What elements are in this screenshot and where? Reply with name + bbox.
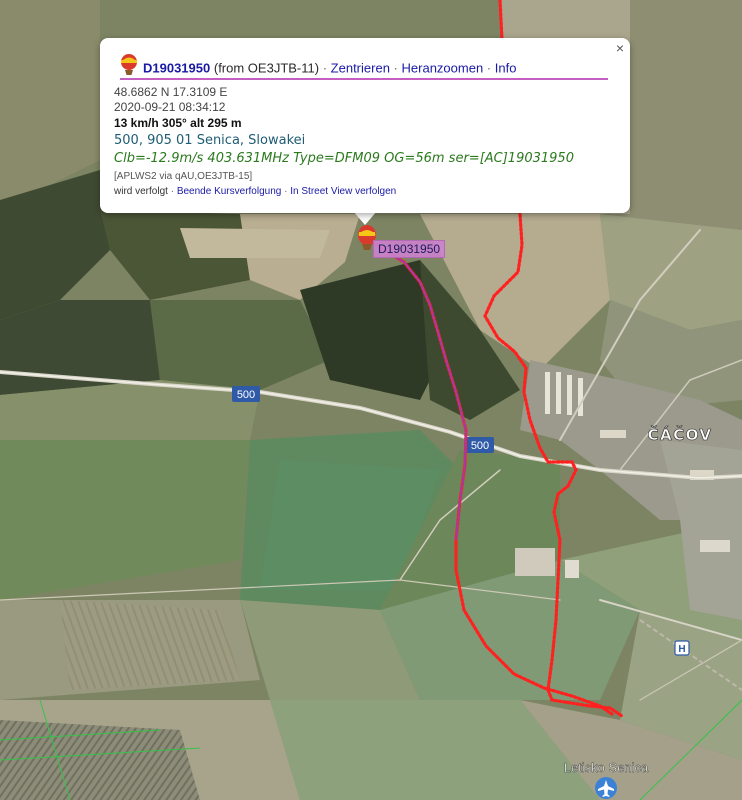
- marker-callsign-label[interactable]: D19031950: [373, 240, 446, 258]
- road-shield-500-west: 500: [232, 386, 260, 402]
- airplane-icon[interactable]: [595, 777, 617, 799]
- telemetry-comment: Clb=-12.9m/s 403.631MHz Type=DFM09 OG=56…: [114, 151, 574, 166]
- street-view-link[interactable]: In Street View verfolgen: [290, 186, 396, 197]
- separator: ·: [393, 60, 398, 76]
- airport-label: Letisko Senica: [564, 760, 649, 775]
- bus-stop-icon[interactable]: H: [674, 640, 690, 656]
- tracking-row: wird verfolgt · Beende Kursverfolgung · …: [114, 186, 396, 197]
- separator: ·: [284, 186, 288, 197]
- svg-text:H: H: [678, 644, 685, 655]
- svg-text:500: 500: [237, 389, 255, 401]
- center-link[interactable]: Zentrieren: [331, 60, 390, 75]
- svg-text:500: 500: [471, 440, 489, 452]
- popup-pointer: [353, 211, 377, 225]
- road-shield-500-east: 500: [466, 437, 494, 453]
- stop-tracking-link[interactable]: Beende Kursverfolgung: [177, 186, 282, 197]
- aprs-path: [APLWS2 via qAU,OE3JTB-15]: [114, 171, 253, 182]
- from-text: (from OE3JTB-11): [213, 60, 320, 76]
- address: 500, 905 01 Senica, Slowakei: [114, 133, 306, 148]
- popup-header: D19031950 (from OE3JTB-11) · Zentrieren …: [120, 54, 608, 80]
- village-label: ČÁČOV: [647, 425, 712, 444]
- info-popup: × D19031950 (from OE3JTB-11) · Zentriere…: [100, 38, 630, 213]
- separator: ·: [486, 60, 492, 76]
- info-link[interactable]: Info: [495, 60, 517, 75]
- callsign-link[interactable]: D19031950: [143, 60, 210, 75]
- tracked-status: wird verfolgt: [114, 186, 168, 197]
- separator: ·: [170, 186, 175, 197]
- balloon-icon: [120, 54, 138, 84]
- coordinates: 48.6862 N 17.3109 E: [114, 85, 228, 99]
- timestamp: 2020-09-21 08:34:12: [114, 100, 226, 114]
- zoom-in-link[interactable]: Heranzoomen: [402, 60, 484, 75]
- separator: ·: [322, 60, 328, 76]
- speed-altitude: 13 km/h 305° alt 295 m: [114, 116, 242, 130]
- close-icon[interactable]: ×: [616, 40, 624, 56]
